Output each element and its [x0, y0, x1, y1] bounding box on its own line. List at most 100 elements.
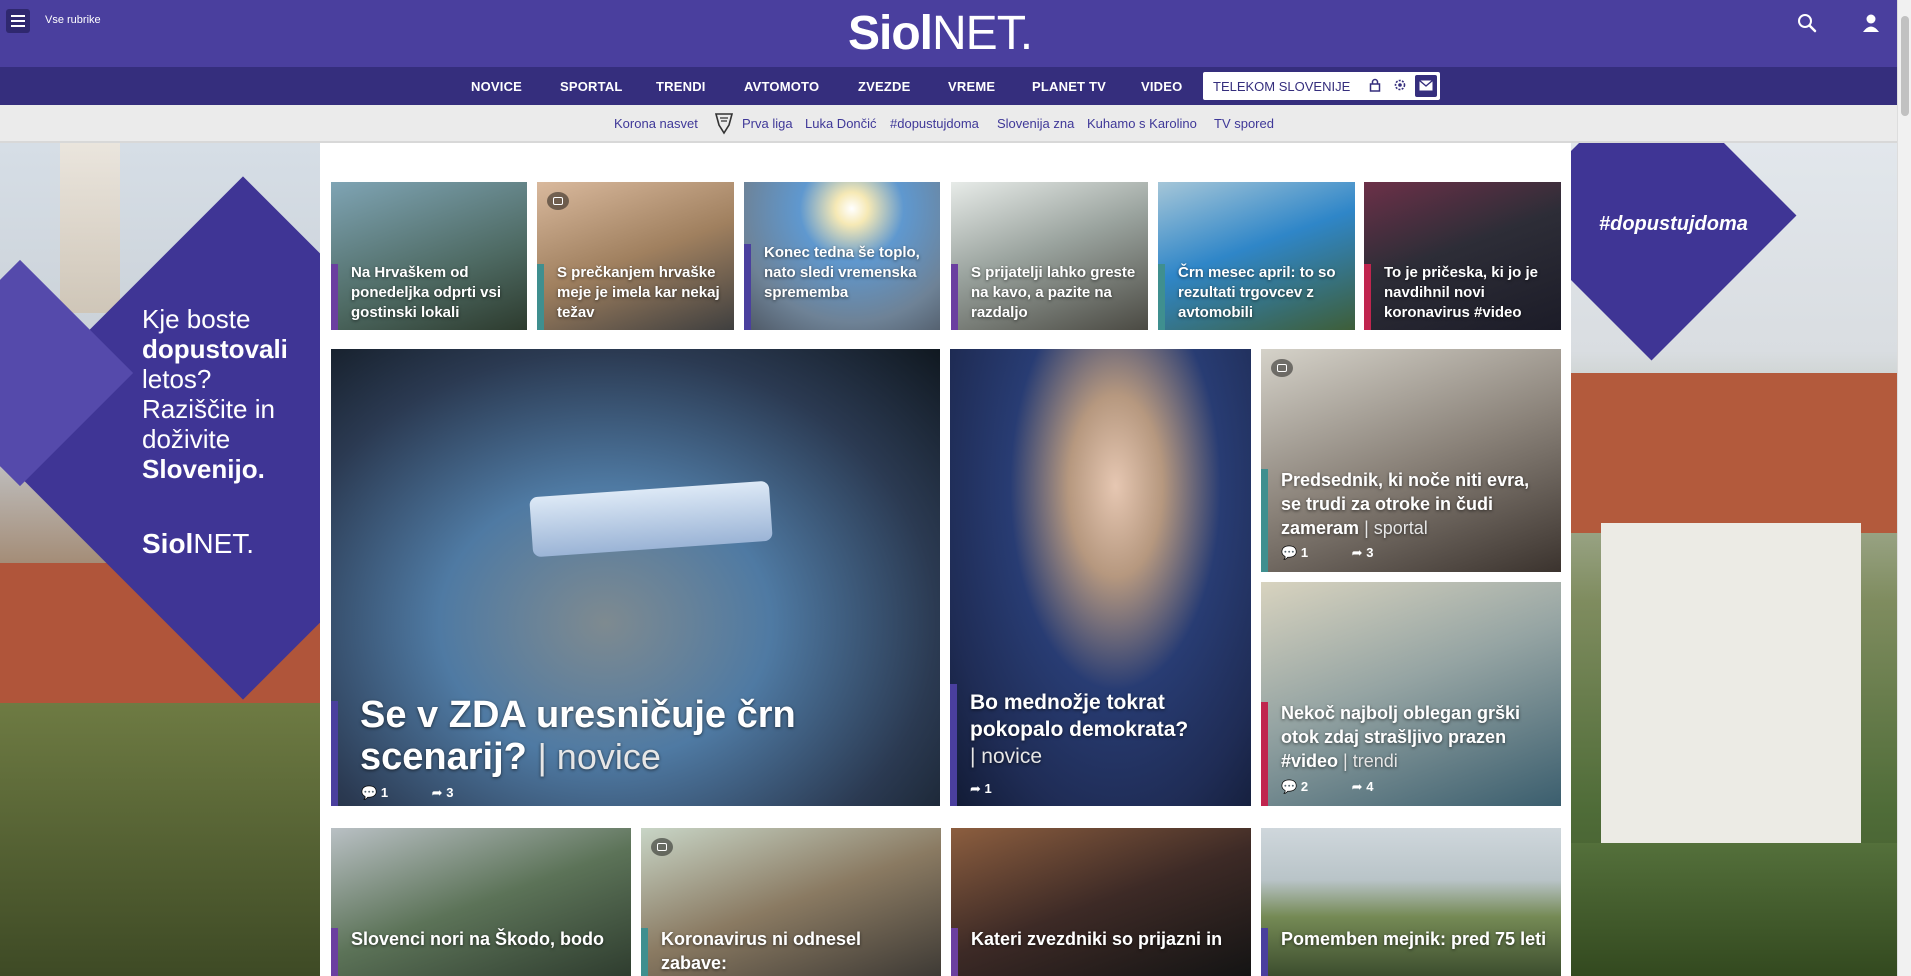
article-card[interactable]: S prijatelji lahko greste na kavo, a paz… — [951, 182, 1148, 330]
article-card[interactable]: To je pričeska, ki jo je navdihnil novi … — [1364, 182, 1561, 330]
article-card[interactable]: Predsednik, ki noče niti evra, se trudi … — [1261, 349, 1561, 572]
church-tower — [60, 143, 120, 313]
article-title[interactable]: Na Hrvaškem od ponedeljka odprti vsi gos… — [351, 263, 523, 323]
share-icon: ➦ 1 — [970, 781, 992, 796]
article-meta: 💬 1 ➦ 3 — [1281, 545, 1413, 561]
lock-icon[interactable] — [1368, 78, 1382, 92]
article-meta: 💬 2 ➦ 4 — [1281, 779, 1413, 795]
trees — [0, 703, 320, 976]
right-ad-banner[interactable]: #dopustujdoma — [1571, 143, 1897, 976]
rubric-bar — [331, 928, 338, 976]
quick-links-bar: Korona nasvet Prva liga Luka Dončić #dop… — [0, 105, 1897, 143]
house-roof — [1571, 373, 1897, 533]
telekom-label[interactable]: TELEKOM SLOVENIJE — [1213, 79, 1350, 94]
article-title[interactable]: S prijatelji lahko greste na kavo, a paz… — [971, 263, 1143, 323]
article-title[interactable]: Koronavirus ni odnesel zabave: — [661, 927, 931, 975]
gear-icon[interactable] — [1393, 78, 1407, 92]
nav-trendi[interactable]: TRENDI — [656, 79, 706, 94]
share-icon: ➦ 4 — [1351, 779, 1374, 794]
share-icon: ➦ 3 — [1351, 545, 1374, 560]
mail-icon — [1419, 80, 1433, 91]
telekom-box[interactable]: TELEKOM SLOVENIJE — [1203, 72, 1440, 100]
nav-sportal[interactable]: SPORTAL — [560, 79, 623, 94]
house-facade — [1601, 523, 1861, 853]
article-title[interactable]: Konec tedna še toplo, nato sledi vremens… — [764, 243, 924, 303]
quick-link-dopustujdoma[interactable]: #dopustujdoma — [890, 116, 979, 131]
user-icon[interactable] — [1860, 12, 1882, 34]
mail-button[interactable] — [1415, 75, 1437, 97]
quick-link-prva-liga[interactable]: Prva liga — [742, 116, 793, 131]
article-card[interactable]: Nekoč najbolj oblegan grški otok zdaj st… — [1261, 582, 1561, 806]
article-card[interactable]: Črn mesec april: to so rezultati trgovce… — [1158, 182, 1355, 330]
main-content: Na Hrvaškem od ponedeljka odprti vsi gos… — [320, 143, 1571, 976]
camera-icon — [651, 838, 673, 856]
rubric-bar — [331, 264, 338, 330]
camera-icon — [547, 192, 569, 210]
article-title[interactable]: Predsednik, ki noče niti evra, se trudi … — [1281, 468, 1551, 540]
menu-button[interactable] — [6, 9, 30, 33]
featured-meta: 💬 1 ➦ 3 — [361, 785, 493, 801]
article-title[interactable]: To je pričeska, ki jo je navdihnil novi … — [1384, 263, 1556, 323]
menu-label[interactable]: Vse rubrike — [45, 14, 101, 26]
article-meta: ➦ 1 — [970, 781, 1032, 797]
rubric-bar — [1261, 469, 1268, 572]
prva-liga-logo-icon — [714, 113, 734, 135]
rubric-bar — [1158, 264, 1165, 330]
left-ad-banner[interactable]: Kje boste dopustovali letos? Raziščite i… — [0, 143, 320, 976]
article-card[interactable]: Koronavirus ni odnesel zabave: — [641, 828, 941, 976]
quick-link-luka-doncic[interactable]: Luka Dončić — [805, 116, 877, 131]
page-scrollbar[interactable] — [1897, 0, 1911, 976]
article-title[interactable]: Pomemben mejnik: pred 75 leti — [1281, 927, 1551, 951]
article-card[interactable]: Kateri zvezdniki so prijazni in — [951, 828, 1251, 976]
article-card[interactable]: Slovenci nori na Škodo, bodo — [331, 828, 631, 976]
nav-avtomoto[interactable]: AVTOMOTO — [744, 79, 819, 94]
article-title[interactable]: Nekoč najbolj oblegan grški otok zdaj st… — [1281, 701, 1551, 773]
rubric-bar — [951, 264, 958, 330]
article-title[interactable]: Kateri zvezdniki so prijazni in — [971, 927, 1241, 951]
rubric-bar — [1261, 702, 1268, 806]
article-title[interactable]: Črn mesec april: to so rezultati trgovce… — [1178, 263, 1350, 323]
article-card[interactable]: Konec tedna še toplo, nato sledi vremens… — [744, 182, 940, 330]
quick-link-korona[interactable]: Korona nasvet — [614, 116, 698, 131]
nav-zvezde[interactable]: ZVEZDE — [858, 79, 910, 94]
article-card[interactable]: S prečkanjem hrvaške meje je imela kar n… — [537, 182, 734, 330]
quick-link-tv-spored[interactable]: TV spored — [1214, 116, 1274, 131]
left-ad-text: Kje boste dopustovali letos? Raziščite i… — [142, 304, 288, 484]
trees — [1571, 843, 1897, 976]
nav-vreme[interactable]: VREME — [948, 79, 995, 94]
rubric-bar — [1261, 928, 1268, 976]
quick-link-kuhamo[interactable]: Kuhamo s Karolino — [1087, 116, 1197, 131]
nav-video[interactable]: VIDEO — [1141, 79, 1182, 94]
camera-icon — [1271, 359, 1293, 377]
comments-icon: 💬 2 — [1281, 779, 1309, 794]
search-icon[interactable] — [1796, 12, 1818, 34]
comments-icon: 💬 1 — [361, 785, 389, 800]
nav-novice[interactable]: NOVICE — [471, 79, 522, 94]
article-title[interactable]: Bo mednožje tokrat pokopalo demokrata? |… — [970, 689, 1215, 770]
quick-link-slovenija-zna[interactable]: Slovenija zna — [997, 116, 1074, 131]
rubric-bar — [950, 684, 957, 806]
site-header: Vse rubrike SiolNET. — [0, 0, 1897, 67]
face-shield-band — [529, 480, 773, 558]
article-title[interactable]: S prečkanjem hrvaške meje je imela kar n… — [557, 263, 729, 323]
article-title[interactable]: Slovenci nori na Škodo, bodo — [351, 927, 621, 951]
featured-article[interactable]: Se v ZDA uresničuje črn scenarij? | novi… — [331, 349, 940, 806]
article-card[interactable]: Pomemben mejnik: pred 75 leti — [1261, 828, 1561, 976]
featured-title[interactable]: Se v ZDA uresničuje črn scenarij? | novi… — [360, 694, 796, 778]
article-card[interactable]: Na Hrvaškem od ponedeljka odprti vsi gos… — [331, 182, 527, 330]
left-ad-logo: SiolNET. — [142, 528, 255, 559]
share-icon: ➦ 3 — [431, 785, 454, 800]
nav-planet-tv[interactable]: PLANET TV — [1032, 79, 1106, 94]
rubric-bar — [331, 701, 338, 806]
right-ad-hashtag: #dopustujdoma — [1599, 213, 1748, 235]
ad-diamond — [1571, 143, 1797, 361]
rubric-bar — [951, 928, 958, 976]
article-card[interactable]: Bo mednožje tokrat pokopalo demokrata? |… — [950, 349, 1251, 806]
main-nav: NOVICE SPORTAL TRENDI AVTOMOTO ZVEZDE VR… — [0, 67, 1897, 105]
rubric-bar — [1364, 264, 1371, 330]
rubric-bar — [537, 264, 544, 330]
site-logo[interactable]: SiolNET. — [848, 6, 1033, 61]
comments-icon: 💬 1 — [1281, 545, 1309, 560]
scrollbar-thumb[interactable] — [1901, 16, 1909, 116]
rubric-bar — [641, 928, 648, 976]
